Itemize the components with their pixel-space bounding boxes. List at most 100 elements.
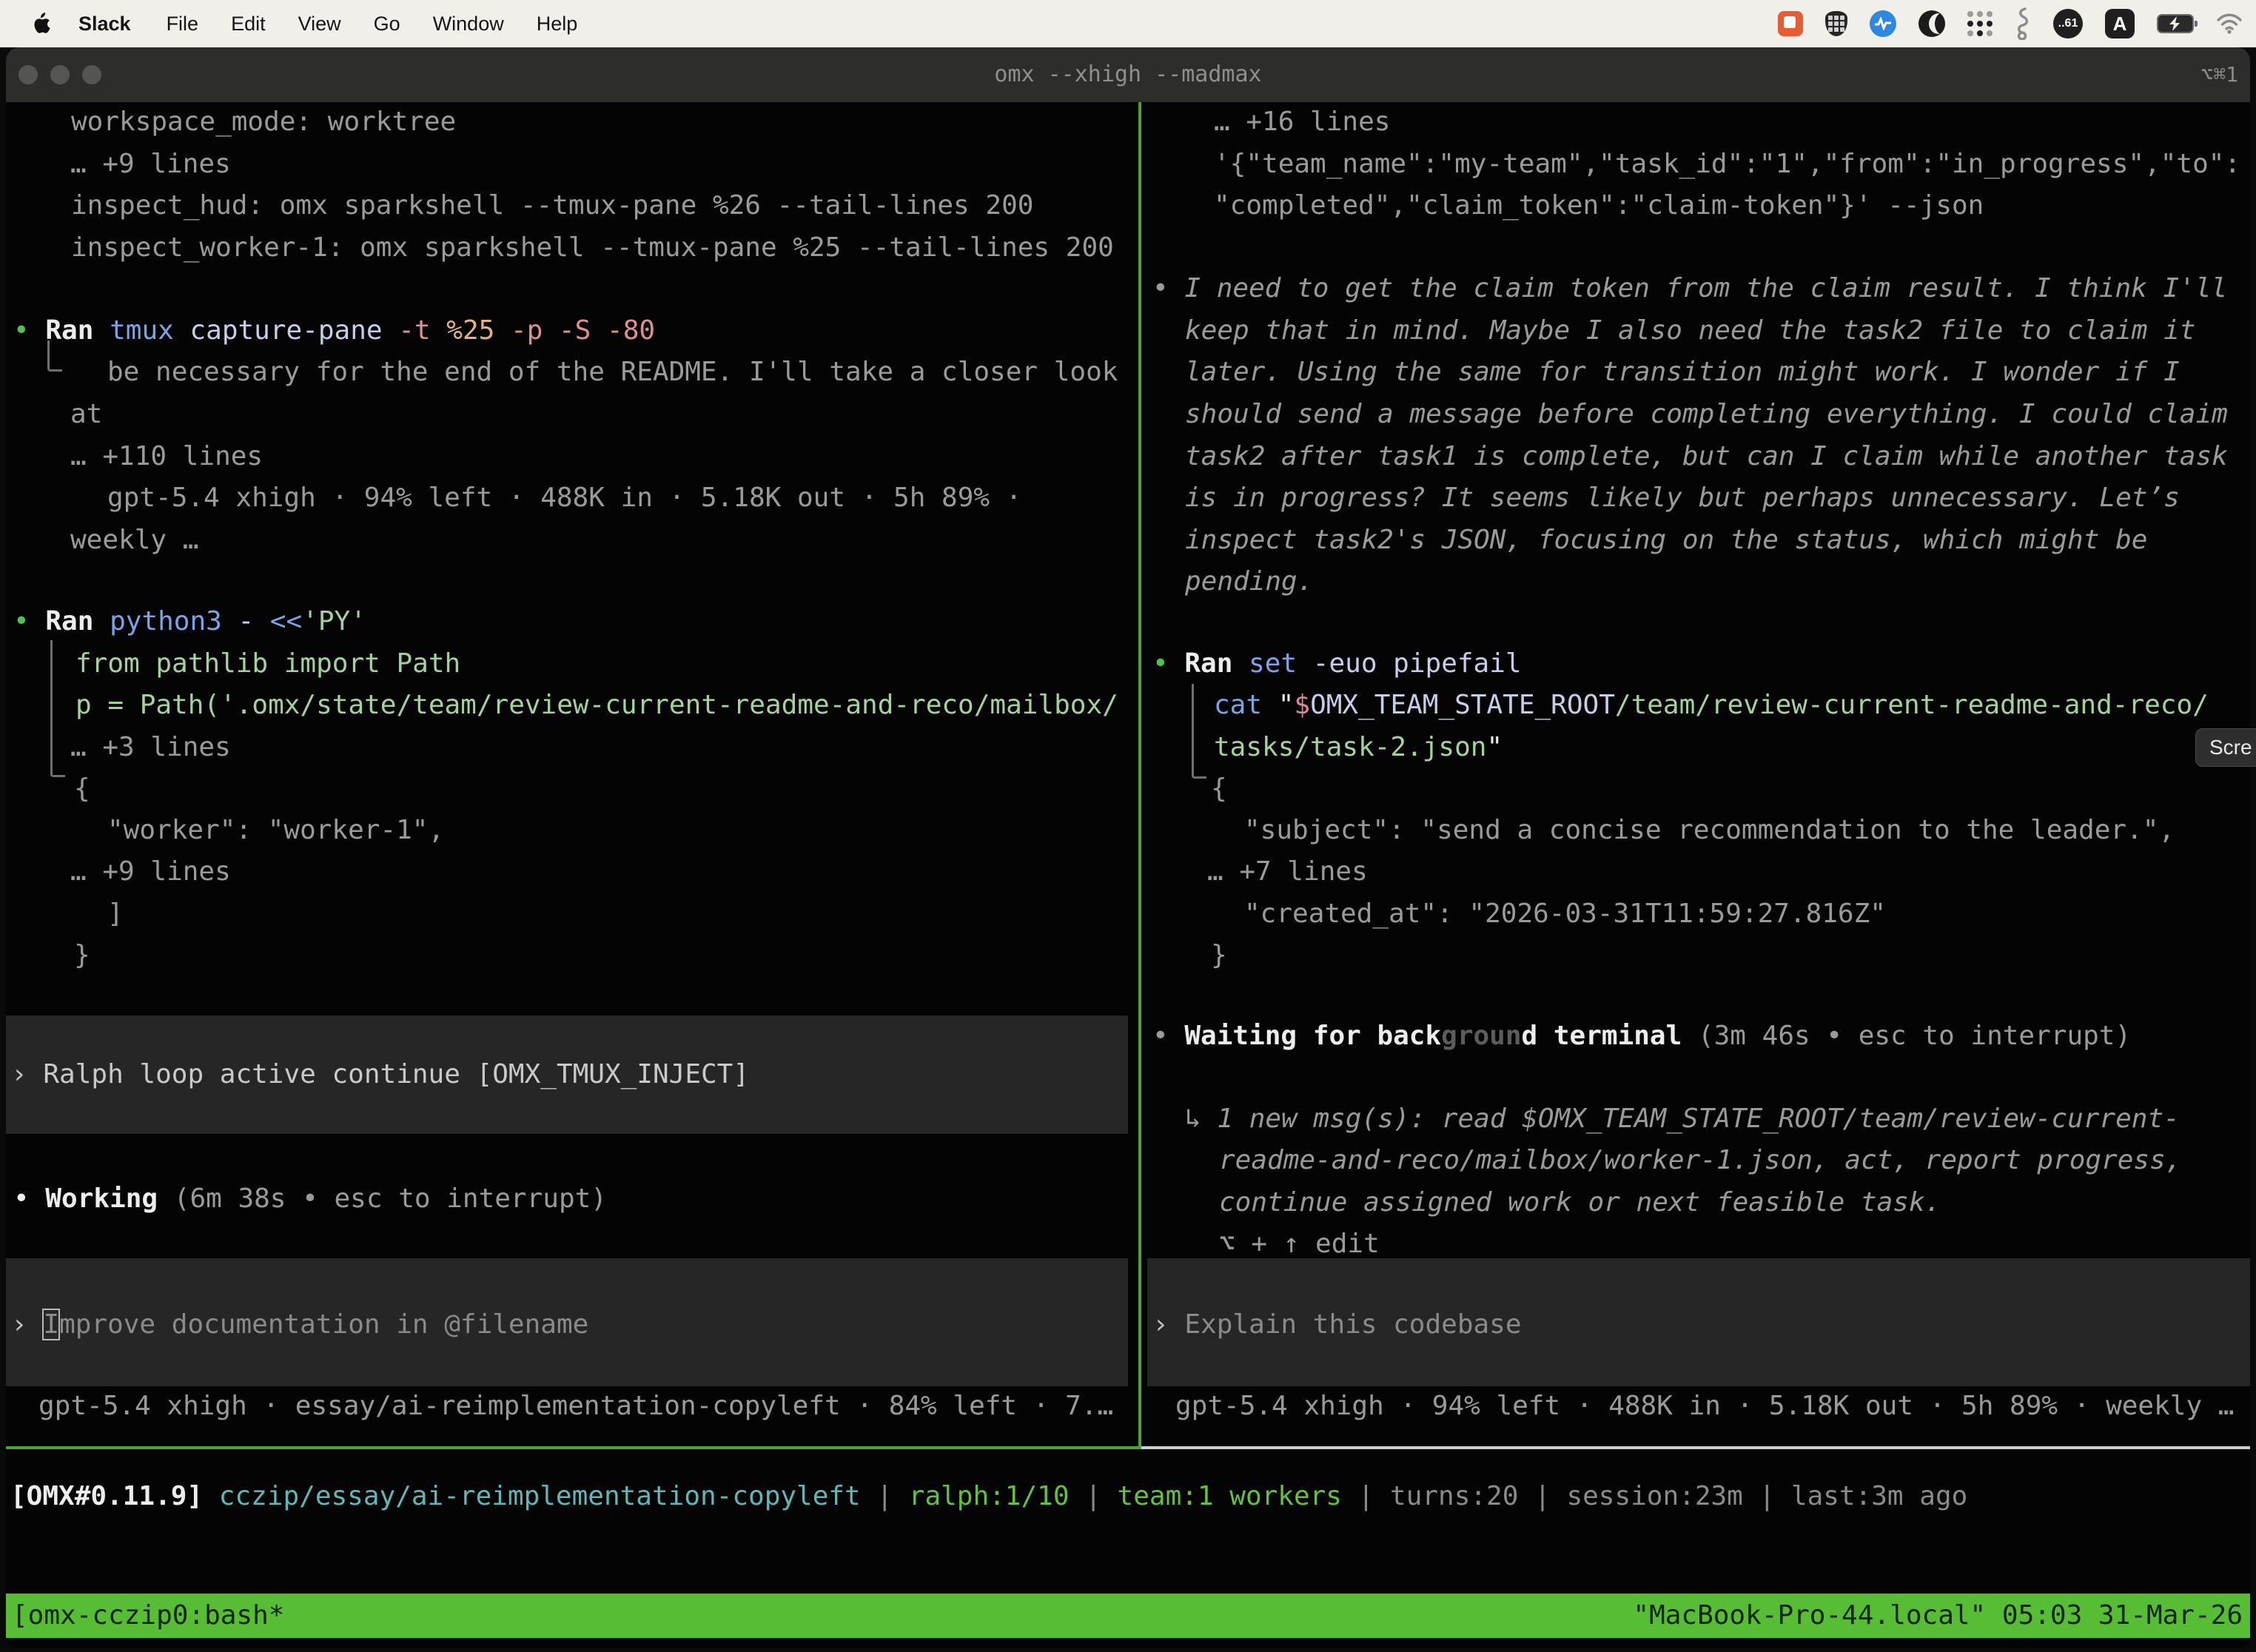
crescent-moon-icon[interactable] bbox=[1918, 10, 1945, 37]
right-pane[interactable]: … +16 lines'{"team_name":"my-team","task… bbox=[1143, 102, 2250, 1452]
status-segment: [OMX#0.11.9] bbox=[10, 1481, 203, 1511]
tooltip-text: Scre bbox=[2209, 736, 2252, 759]
terminal-line: › Ralph loop active continue [OMX_TMUX_I… bbox=[11, 1054, 749, 1095]
left-pane-bottom-border bbox=[6, 1446, 1141, 1449]
screen-tooltip-fragment: Scre bbox=[2195, 728, 2256, 767]
terminal-line: • I need to get the claim token from the… bbox=[1152, 268, 2227, 309]
status-segment: | bbox=[861, 1481, 909, 1511]
status-segment: team:1 workers bbox=[1118, 1481, 1342, 1511]
terminal-content[interactable]: workspace_mode: worktree… +9 linesinspec… bbox=[6, 102, 2250, 1648]
terminal-line: … +16 lines bbox=[1214, 102, 1390, 143]
menu-bar-status-icons: ..61 A bbox=[1778, 7, 2256, 40]
terminal-line: } bbox=[74, 935, 90, 976]
terminal-line: pending. bbox=[1185, 561, 1313, 602]
terminal-line: • Waiting for background terminal (3m 46… bbox=[1152, 1015, 2131, 1057]
menu-bar: Slack File Edit View Go Window Help ..61 A bbox=[0, 0, 2256, 47]
terminal-line: ↳ 1 new msg(s): read $OMX_TEAM_STATE_ROO… bbox=[1185, 1098, 2180, 1140]
terminal-line: … +9 lines bbox=[70, 851, 231, 893]
terminal-line: later. Using the same for transition mig… bbox=[1185, 352, 2180, 393]
pane-divider[interactable] bbox=[1138, 102, 1141, 1449]
menu-item-help[interactable]: Help bbox=[537, 13, 578, 35]
terminal-line: '{"team_name":"my-team","task_id":"1","f… bbox=[1214, 144, 2240, 185]
status-segment: turns:20 bbox=[1390, 1481, 1518, 1511]
wifi-icon[interactable] bbox=[2216, 13, 2243, 34]
terminal-line: weekly … bbox=[70, 520, 198, 561]
terminal-line: continue assigned work or next feasible … bbox=[1219, 1182, 1941, 1223]
pane-model-status: gpt-5.4 xhigh · essay/ai-reimplementatio… bbox=[38, 1386, 1113, 1427]
status-segment: last:3m ago bbox=[1791, 1481, 1967, 1511]
blue-zigzag-badge-icon[interactable] bbox=[1870, 10, 1896, 37]
menu-item-go[interactable]: Go bbox=[374, 13, 400, 35]
terminal-window: omx --xhigh --madmax ⌥⌘1 workspace_mode:… bbox=[6, 47, 2250, 1648]
chat-app-icon[interactable] bbox=[1778, 11, 1803, 36]
terminal-line: inspect_worker-1: omx sparkshell --tmux-… bbox=[71, 227, 1114, 269]
status-segment: | bbox=[1070, 1481, 1118, 1511]
terminal-line: gpt-5.4 xhigh · 94% left · 488K in · 5.1… bbox=[107, 477, 1021, 519]
status-segment bbox=[203, 1481, 219, 1511]
terminal-line: at bbox=[70, 394, 102, 435]
terminal-line: task2 after task1 is complete, but can I… bbox=[1185, 436, 2228, 477]
tmux-session-label[interactable]: [omx-cczip0:bash* bbox=[6, 1594, 284, 1638]
terminal-line: is in progress? It seems likely but perh… bbox=[1185, 477, 2180, 519]
terminal-line: … +110 lines bbox=[70, 436, 263, 477]
tmux-host-clock: "MacBook-Pro-44.local" 05:03 31-Mar-26 bbox=[1633, 1594, 2250, 1638]
terminal-line: ] bbox=[107, 893, 124, 935]
terminal-line: p = Path('.omx/state/team/review-current… bbox=[75, 685, 1118, 726]
status-segment: ralph:1/10 bbox=[909, 1481, 1070, 1511]
terminal-line: inspect task2's JSON, focusing on the st… bbox=[1185, 520, 2147, 561]
battery-charging-icon[interactable] bbox=[2157, 14, 2194, 33]
apple-menu-icon[interactable] bbox=[31, 13, 50, 35]
terminal-line: { bbox=[1211, 768, 1227, 810]
terminal-line: readme-and-reco/mailbox/worker-1.json, a… bbox=[1219, 1140, 2181, 1181]
terminal-line: › Improve documentation in @filename bbox=[11, 1304, 588, 1346]
squiggle-icon[interactable] bbox=[2015, 7, 2031, 40]
text-cursor: I bbox=[43, 1309, 59, 1340]
terminal-line: • Ran tmux capture-pane -t %25 -p -S -80 bbox=[13, 310, 655, 352]
status-segment: | bbox=[1518, 1481, 1566, 1511]
menu-item-file[interactable]: File bbox=[167, 13, 199, 35]
menu-item-window[interactable]: Window bbox=[433, 13, 504, 35]
terminal-line: … +7 lines bbox=[1207, 851, 1368, 893]
terminal-line: inspect_hud: omx sparkshell --tmux-pane … bbox=[71, 185, 1033, 226]
screen: { "menu_bar": { "app_name": "Slack", "it… bbox=[0, 0, 2256, 1652]
terminal-line: ⌥ + ↑ edit bbox=[1219, 1223, 1380, 1265]
terminal-line: "completed","claim_token":"claim-token"}… bbox=[1214, 185, 1984, 226]
terminal-line: "subject": "send a concise recommendatio… bbox=[1244, 810, 2175, 851]
tmux-status-bar: [omx-cczip0:bash* "MacBook-Pro-44.local"… bbox=[6, 1594, 2250, 1638]
terminal-line: should send a message before completing … bbox=[1185, 394, 2228, 435]
terminal-line: › Explain this codebase bbox=[1152, 1304, 1522, 1346]
menu-item-edit[interactable]: Edit bbox=[231, 13, 266, 35]
status-segment: | bbox=[1342, 1481, 1390, 1511]
shield-grid-icon[interactable] bbox=[1825, 11, 1847, 36]
window-title-bar[interactable]: omx --xhigh --madmax ⌥⌘1 bbox=[6, 47, 2250, 102]
window-shortcut-hint: ⌥⌘1 bbox=[2200, 47, 2238, 102]
count-badge-icon[interactable]: ..61 bbox=[2053, 9, 2083, 38]
menu-item-view[interactable]: View bbox=[298, 13, 341, 35]
output-connector bbox=[1192, 684, 1206, 779]
terminal-line: "created_at": "2026-03-31T11:59:27.816Z" bbox=[1244, 893, 1886, 935]
status-segment: cczip/essay/ai-reimplementation-copyleft bbox=[219, 1481, 861, 1511]
terminal-line: … +9 lines bbox=[70, 144, 231, 185]
left-pane[interactable]: workspace_mode: worktree… +9 linesinspec… bbox=[6, 102, 1138, 1452]
terminal-line: cat "$OMX_TEAM_STATE_ROOT/team/review-cu… bbox=[1214, 685, 2209, 726]
window-title: omx --xhigh --madmax bbox=[6, 47, 2250, 102]
terminal-line: be necessary for the end of the README. … bbox=[107, 352, 1118, 393]
terminal-line: • Ran python3 - <<'PY' bbox=[13, 601, 366, 642]
right-pane-bottom-border bbox=[1141, 1446, 2250, 1449]
letter-a-icon[interactable]: A bbox=[2105, 9, 2135, 38]
status-segment: session:23m bbox=[1566, 1481, 1742, 1511]
pane-model-status: gpt-5.4 xhigh · 94% left · 488K in · 5.1… bbox=[1175, 1386, 2234, 1427]
menu-items: File Edit View Go Window Help bbox=[167, 13, 611, 36]
terminal-line: { bbox=[74, 768, 90, 810]
terminal-line: keep that in mind. Maybe I also need the… bbox=[1185, 310, 2195, 352]
dots-grid-icon[interactable] bbox=[1967, 11, 1993, 36]
terminal-line: } bbox=[1211, 935, 1227, 976]
terminal-line: … +3 lines bbox=[70, 727, 231, 768]
active-app-name[interactable]: Slack bbox=[78, 13, 131, 36]
terminal-line: workspace_mode: worktree bbox=[71, 102, 456, 143]
terminal-line: from pathlib import Path bbox=[75, 643, 460, 685]
terminal-line: "worker": "worker-1", bbox=[107, 810, 444, 851]
menu-bar-left: Slack File Edit View Go Window Help bbox=[0, 13, 610, 36]
output-connector bbox=[50, 640, 65, 777]
terminal-line: • Working (6m 38s • esc to interrupt) bbox=[13, 1178, 607, 1220]
